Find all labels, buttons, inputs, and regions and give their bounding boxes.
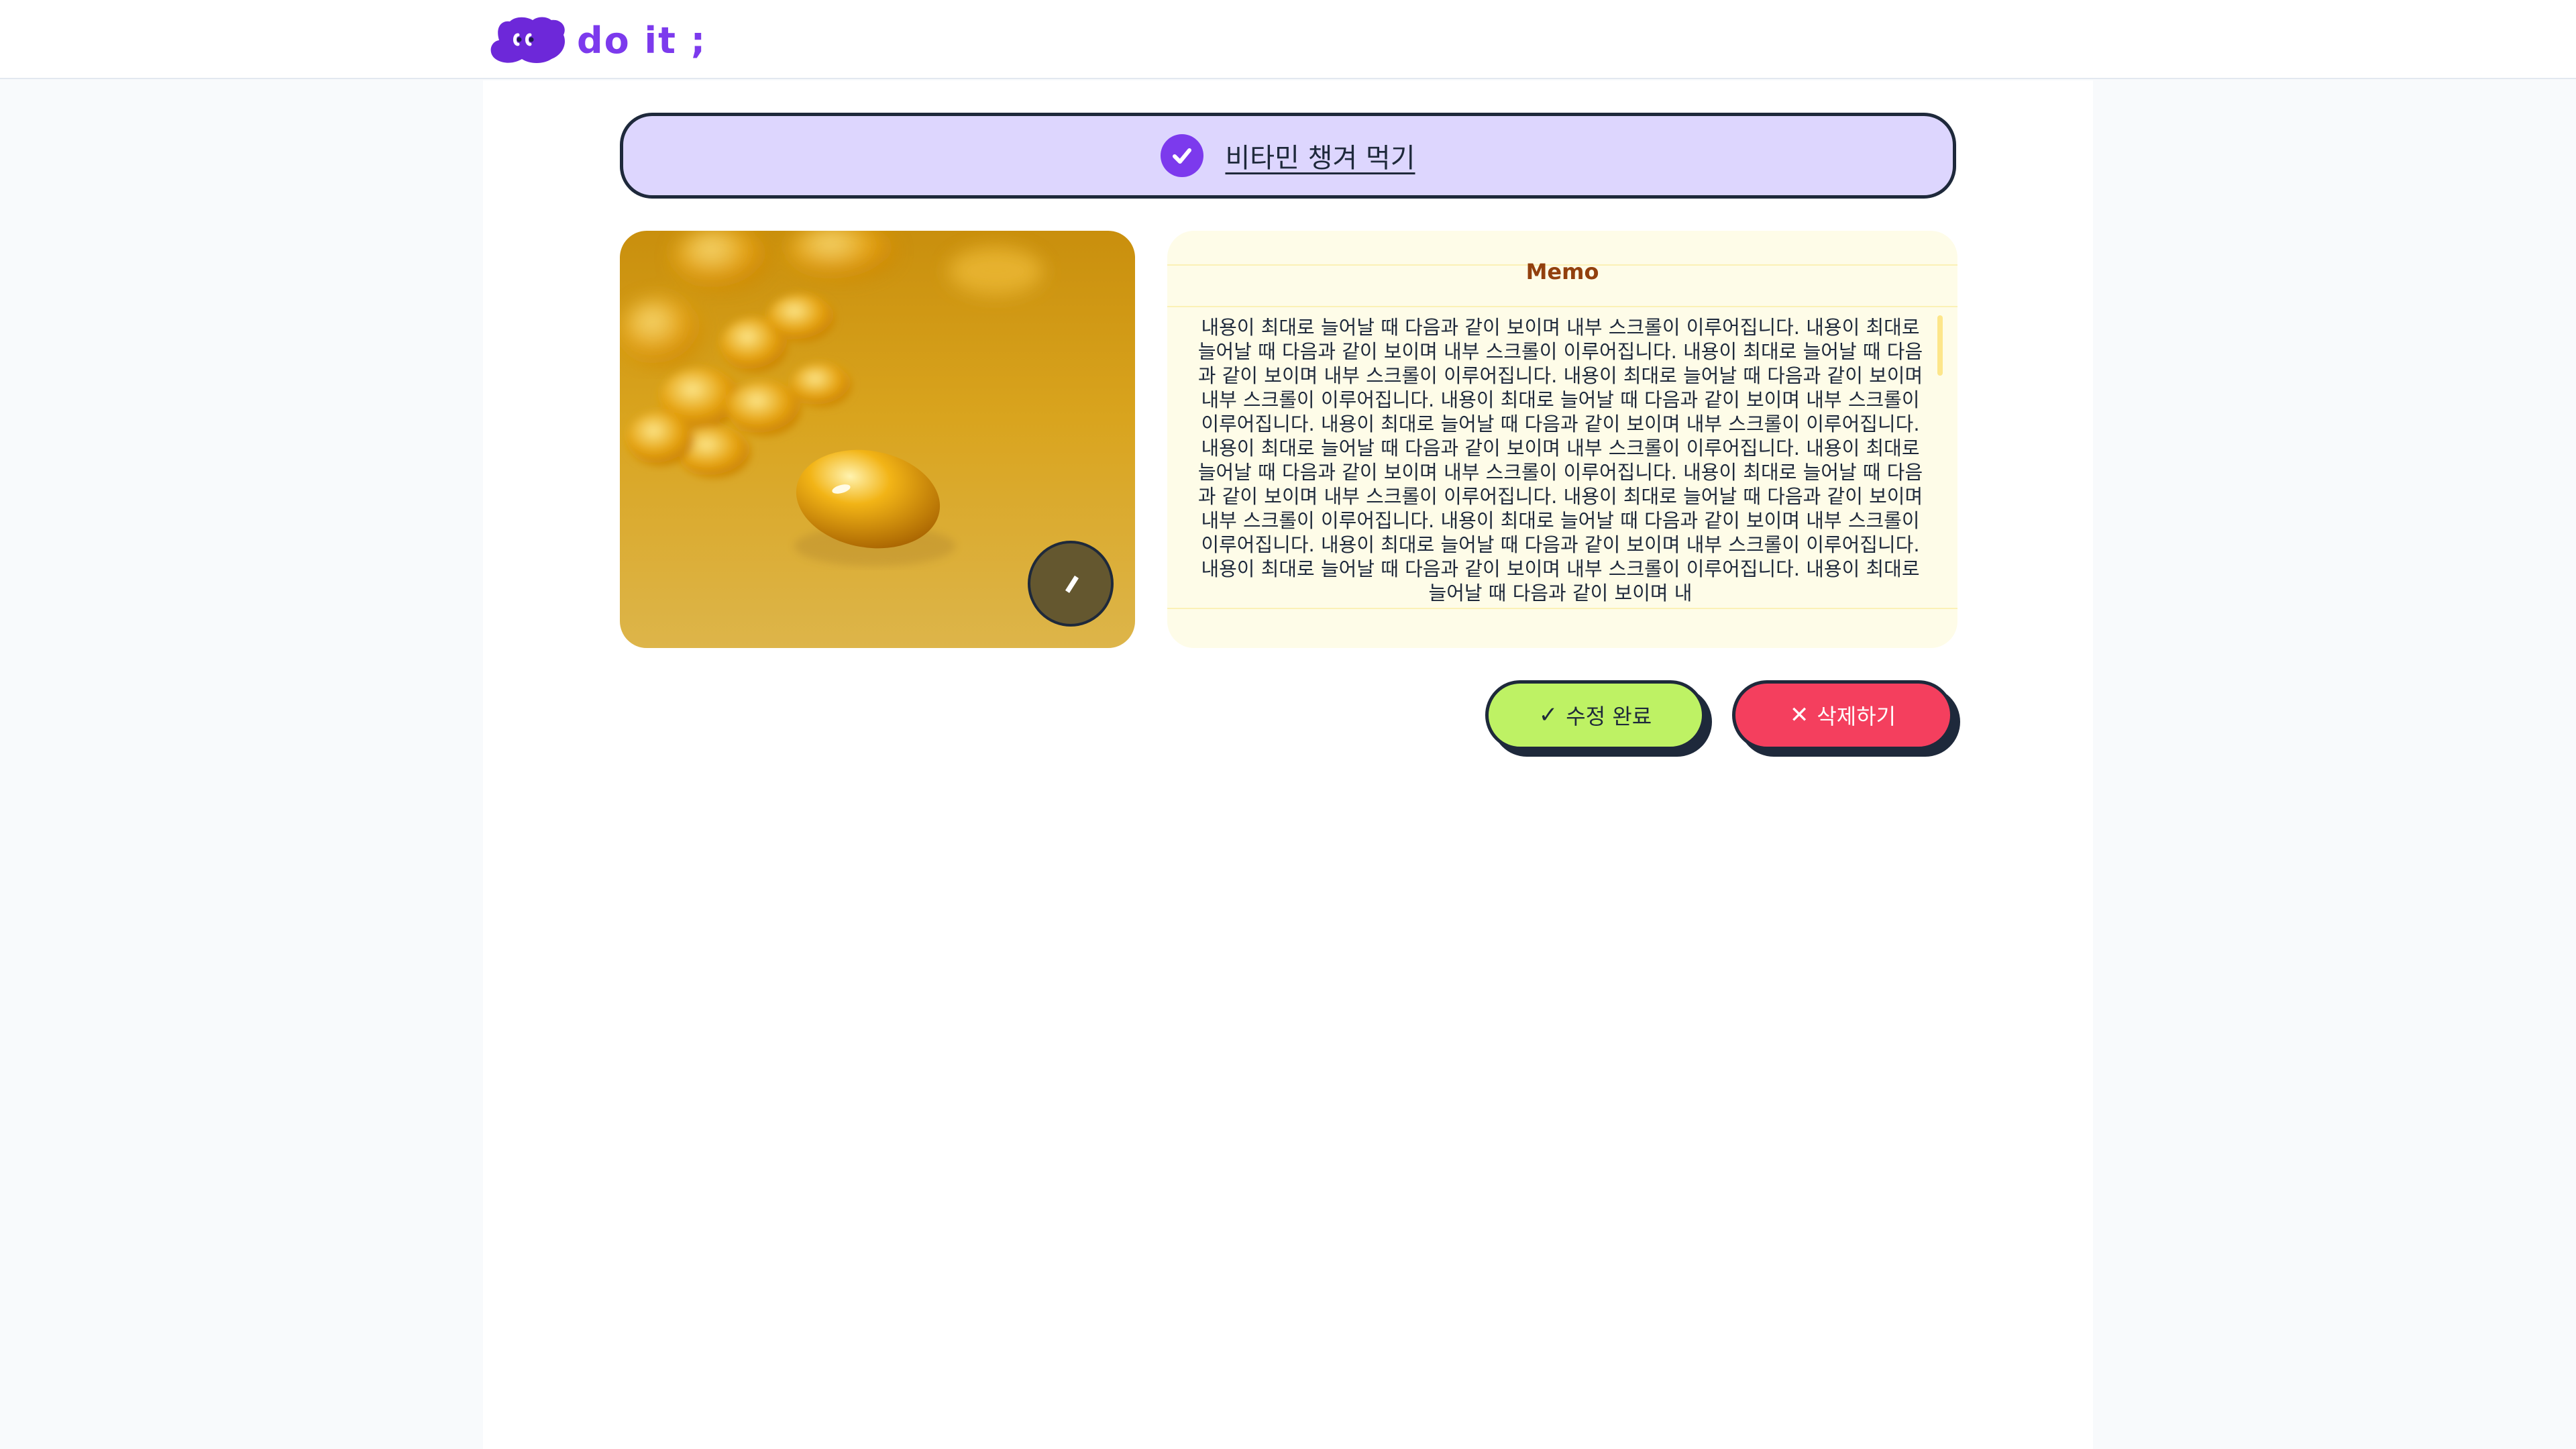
delete-button[interactable]: ✕ 삭제하기: [1732, 680, 1953, 750]
memo-rule: [1167, 306, 1957, 307]
todo-image: [620, 231, 1135, 648]
logo-text: do it ;: [577, 19, 707, 62]
check-icon: ✓: [1538, 702, 1558, 729]
todo-title-bar[interactable]: 비타민 챙겨 먹기: [620, 113, 1956, 199]
memo-textarea[interactable]: 내용이 최대로 늘어날 때 다음과 같이 보이며 내부 스크롤이 이루어집니다.…: [1191, 315, 1929, 610]
logo-icon: [490, 17, 565, 63]
close-icon: ✕: [1789, 702, 1809, 729]
edit-image-button[interactable]: [1028, 541, 1114, 627]
memo-panel: Memo 내용이 최대로 늘어날 때 다음과 같이 보이며 내부 스크롤이 이루…: [1167, 231, 1957, 648]
save-label: 수정 완료: [1566, 704, 1652, 729]
save-button[interactable]: ✓ 수정 완료: [1485, 680, 1705, 750]
delete-label: 삭제하기: [1817, 704, 1896, 729]
pencil-icon: [1065, 576, 1079, 593]
memo-title: Memo: [1525, 259, 1599, 284]
app-header: do it ;: [0, 0, 2576, 79]
logo[interactable]: do it ;: [486, 15, 706, 66]
checkbox-checked-icon[interactable]: [1161, 134, 1204, 177]
memo-scrollbar[interactable]: [1937, 315, 1943, 376]
todo-title[interactable]: 비타민 챙겨 먹기: [1225, 136, 1415, 175]
